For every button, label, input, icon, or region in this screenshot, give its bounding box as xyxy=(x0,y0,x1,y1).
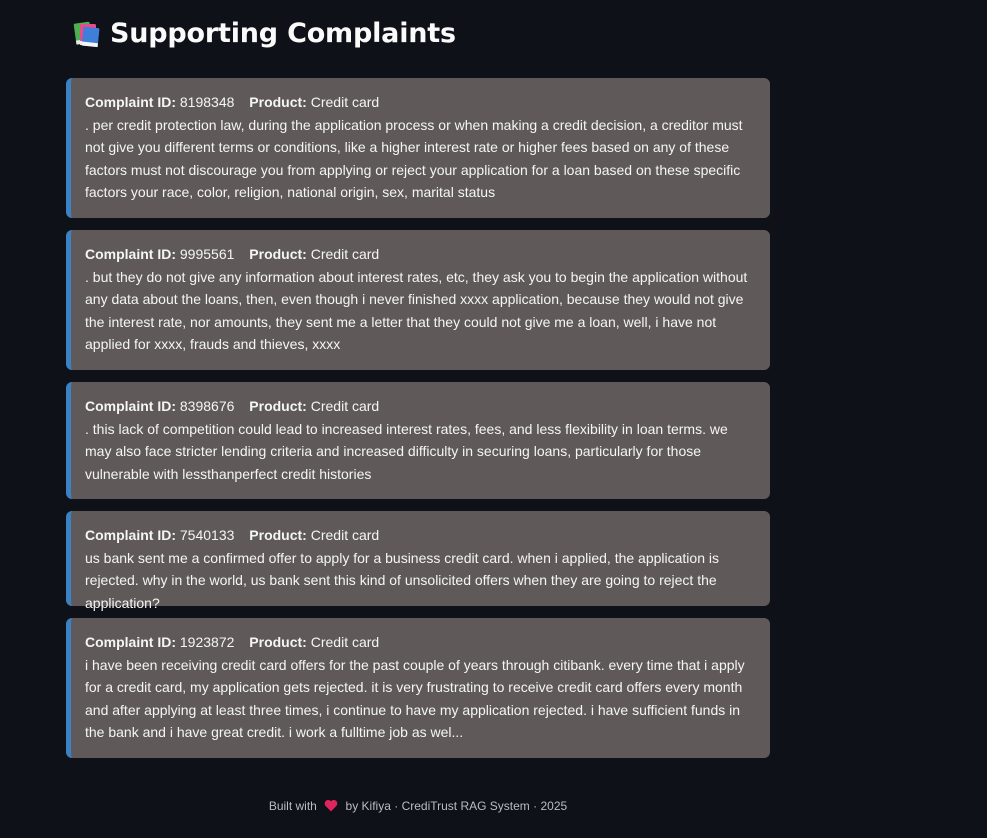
complaint-meta: Complaint ID: 8398676 Product: Credit ca… xyxy=(85,395,752,418)
product-label: Product: xyxy=(249,398,307,414)
complaint-text: . but they do not give any information a… xyxy=(85,268,748,353)
complaint-card: Complaint ID: 7540133 Product: Credit ca… xyxy=(66,511,770,611)
complaint-text: i have been receiving credit card offers… xyxy=(85,656,745,741)
complaint-meta: Complaint ID: 1923872 Product: Credit ca… xyxy=(85,631,752,654)
page-header: Supporting Complaints xyxy=(72,14,456,52)
complaint-text: . per credit protection law, during the … xyxy=(85,116,743,201)
complaint-id-label: Complaint ID: xyxy=(85,398,176,414)
product-label: Product: xyxy=(249,634,307,650)
page-title: Supporting Complaints xyxy=(110,17,456,49)
product-label: Product: xyxy=(249,527,307,543)
complaint-text: us bank sent me a confirmed offer to app… xyxy=(85,549,719,611)
footer-suffix: by Kifiya · CrediTrust RAG System · 2025 xyxy=(345,799,568,813)
complaint-id-label: Complaint ID: xyxy=(85,527,176,543)
complaint-id-value: 8398676 xyxy=(179,398,235,414)
complaint-id-value: 7540133 xyxy=(179,527,235,543)
footer-prefix: Built with xyxy=(268,799,317,813)
product-value: Credit card xyxy=(310,634,380,650)
product-value: Credit card xyxy=(310,527,380,543)
complaint-meta: Complaint ID: 8198348 Product: Credit ca… xyxy=(85,91,752,114)
complaint-meta: Complaint ID: 7540133 Product: Credit ca… xyxy=(85,524,752,547)
complaint-id-label: Complaint ID: xyxy=(85,94,176,110)
complaint-card: Complaint ID: 8398676 Product: Credit ca… xyxy=(66,382,770,499)
complaint-id-value: 1923872 xyxy=(179,634,235,650)
complaint-card: Complaint ID: 9995561 Product: Credit ca… xyxy=(66,230,770,370)
product-value: Credit card xyxy=(310,398,380,414)
complaint-id-label: Complaint ID: xyxy=(85,634,176,650)
product-value: Credit card xyxy=(310,246,380,262)
product-value: Credit card xyxy=(310,94,380,110)
complaint-id-value: 8198348 xyxy=(179,94,235,110)
footer: Built with by Kifiya · CrediTrust RAG Sy… xyxy=(0,797,836,815)
product-label: Product: xyxy=(249,94,307,110)
complaint-id-label: Complaint ID: xyxy=(85,246,176,262)
complaint-card: Complaint ID: 8198348 Product: Credit ca… xyxy=(66,78,770,218)
page: Supporting Complaints Complaint ID: 8198… xyxy=(0,0,987,838)
complaint-id-value: 9995561 xyxy=(179,246,235,262)
product-label: Product: xyxy=(249,246,307,262)
books-icon xyxy=(73,21,100,48)
complaint-card: Complaint ID: 1923872 Product: Credit ca… xyxy=(66,618,770,758)
complaint-text: . this lack of competition could lead to… xyxy=(85,420,728,482)
heart-icon xyxy=(324,799,338,812)
complaint-meta: Complaint ID: 9995561 Product: Credit ca… xyxy=(85,243,752,266)
